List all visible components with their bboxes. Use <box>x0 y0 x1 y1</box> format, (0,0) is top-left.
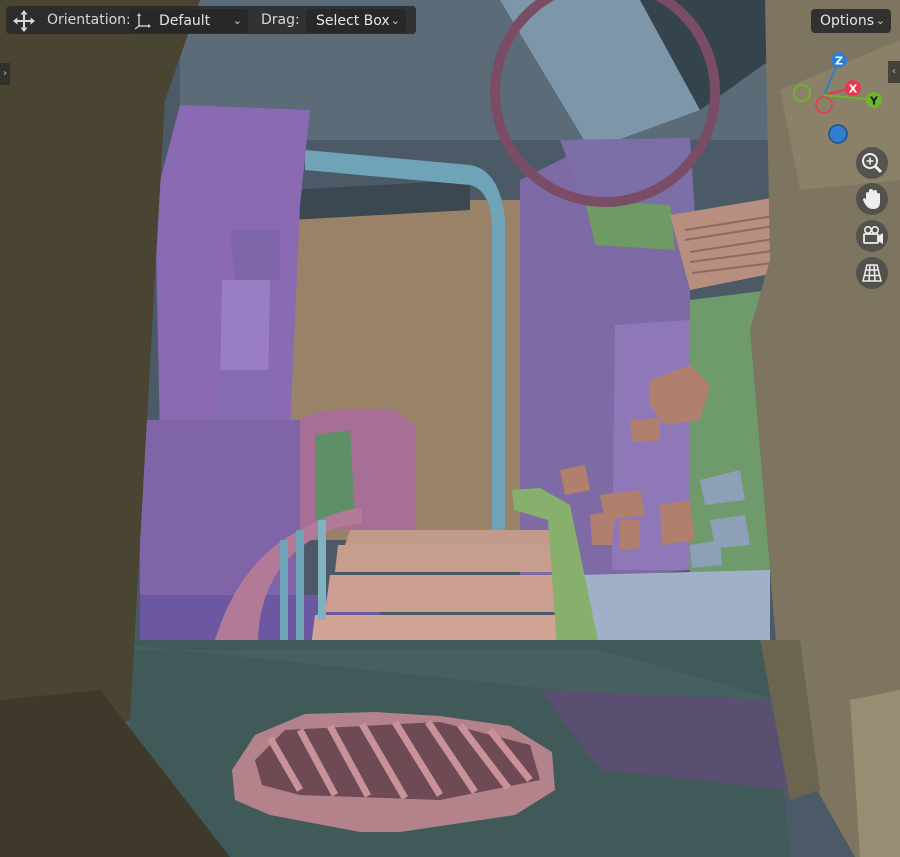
gizmo-y-label: Y <box>869 95 879 108</box>
navigation-gizmo[interactable]: Z X Y <box>785 45 895 155</box>
hand-pan-icon <box>863 189 880 209</box>
pan-button[interactable] <box>856 183 888 215</box>
toolbar-expand-arrow[interactable]: › <box>0 63 10 85</box>
header-left-panel <box>6 6 416 34</box>
gizmo-z-label: Z <box>835 55 843 68</box>
3d-viewport[interactable]: Orientation: Default ⌄ Drag: Select Box <box>0 0 900 857</box>
perspective-toggle-button[interactable] <box>856 257 888 289</box>
gizmo-neg-x[interactable] <box>815 96 833 114</box>
gizmo-neg-y[interactable] <box>793 84 811 102</box>
zoom-button[interactable] <box>856 147 888 179</box>
grid-perspective-icon <box>862 264 882 282</box>
zoom-icon <box>862 153 883 174</box>
gizmo-neg-z[interactable] <box>828 124 848 144</box>
camera-view-button[interactable] <box>856 220 888 252</box>
camera-view-icon <box>863 226 883 244</box>
gizmo-x-label: X <box>849 83 858 96</box>
scene-render <box>0 0 900 857</box>
